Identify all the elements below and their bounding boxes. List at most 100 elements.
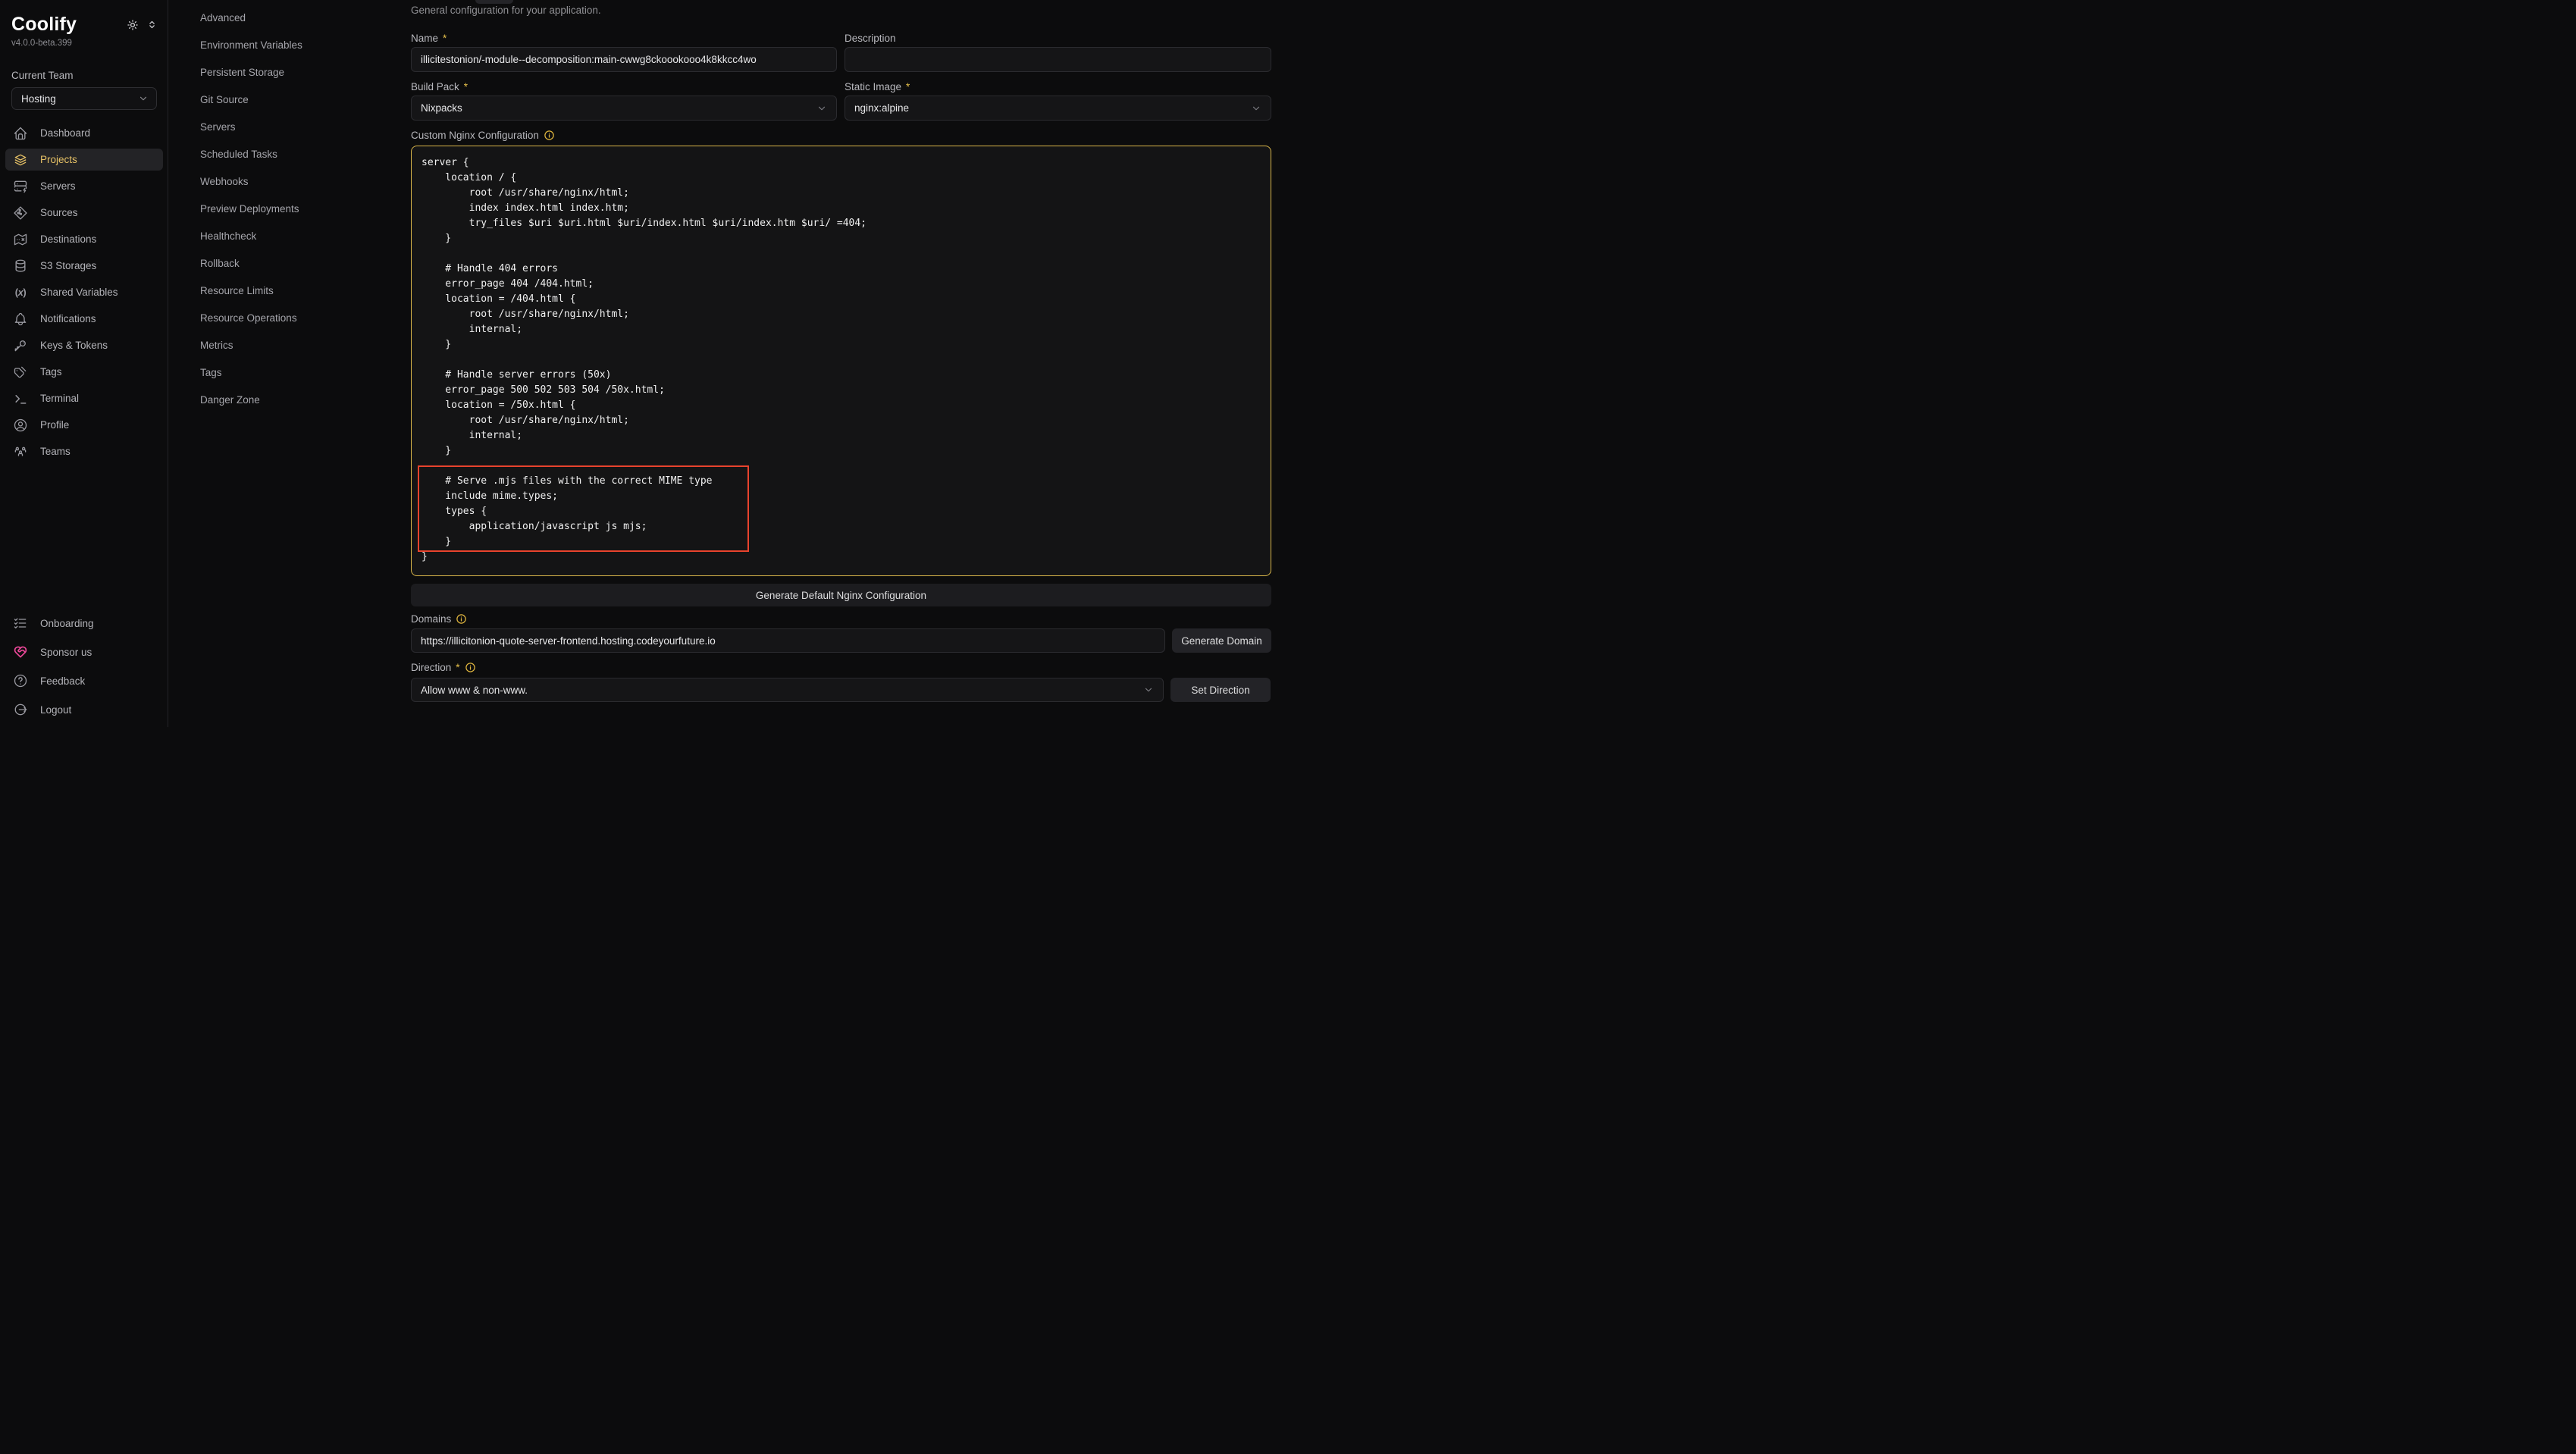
sidebar-item-logout[interactable]: Logout (5, 698, 163, 721)
sidebar-item-sponsor-us[interactable]: Sponsor us (5, 641, 163, 663)
sidebar-item-tags[interactable]: Tags (5, 361, 163, 383)
description-input[interactable] (845, 47, 1271, 72)
page-description: General configuration for your applicati… (411, 5, 601, 16)
static-image-label: Static Image* (845, 80, 910, 93)
heart-handshake-icon (13, 644, 28, 660)
subnav-item-label: Resource Operations (200, 312, 297, 324)
scrolled-element-remnant (475, 0, 513, 4)
build-pack-label: Build Pack* (411, 80, 468, 93)
sidebar-item-keys-tokens[interactable]: Keys & Tokens (5, 334, 163, 356)
app-logo: Coolify (11, 14, 77, 36)
sidebar-item-label: Dashboard (40, 127, 90, 139)
subnav-item-label: Resource Limits (200, 285, 274, 296)
sidebar-item-s3-storages[interactable]: S3 Storages (5, 255, 163, 277)
direction-value: Allow www & non-www. (421, 685, 528, 696)
subnav-item-preview-deployments[interactable]: Preview Deployments (169, 195, 410, 222)
server-icon (13, 179, 28, 194)
sidebar-item-servers[interactable]: Servers (5, 175, 163, 197)
subnav-item-label: Environment Variables (200, 39, 302, 51)
build-pack-select[interactable]: Nixpacks (411, 96, 837, 121)
direction-label: Direction* (411, 661, 476, 674)
general-config-panel: General configuration for your applicati… (411, 0, 1271, 727)
subnav-item-danger-zone[interactable]: Danger Zone (169, 386, 410, 413)
subnav-item-healthcheck[interactable]: Healthcheck (169, 222, 410, 249)
sidebar-item-label: Sponsor us (40, 647, 92, 658)
key-icon (13, 338, 28, 353)
sidebar-item-sources[interactable]: Sources (5, 202, 163, 224)
description-label: Description (845, 32, 896, 45)
sidebar-item-label: S3 Storages (40, 260, 96, 271)
checklist-icon (13, 616, 28, 631)
sidebar-item-projects[interactable]: Projects (5, 149, 163, 171)
direction-select[interactable]: Allow www & non-www. (411, 678, 1164, 702)
subnav-item-webhooks[interactable]: Webhooks (169, 168, 410, 195)
subnav-item-servers[interactable]: Servers (169, 113, 410, 140)
subnav-item-resource-operations[interactable]: Resource Operations (169, 304, 410, 331)
info-icon[interactable] (544, 130, 555, 141)
sidebar-item-label: Teams (40, 446, 71, 457)
subnav-item-environment-variables[interactable]: Environment Variables (169, 31, 410, 58)
team-select[interactable]: Hosting (11, 87, 157, 110)
generate-domain-button[interactable]: Generate Domain (1172, 628, 1271, 653)
required-asterisk: * (464, 81, 468, 92)
settings-subnav: Advanced Environment Variables Persisten… (169, 0, 410, 727)
sidebar-item-shared-variables[interactable]: (x) Shared Variables (5, 281, 163, 303)
nginx-config-editor[interactable]: server { location / { root /usr/share/ng… (411, 146, 1271, 576)
terminal-icon (13, 391, 28, 406)
sidebar-item-label: Shared Variables (40, 287, 118, 298)
sidebar-item-terminal[interactable]: Terminal (5, 387, 163, 409)
logout-icon (13, 702, 28, 717)
static-image-value: nginx:alpine (854, 102, 909, 114)
name-label: Name* (411, 32, 447, 45)
chevron-down-icon (1143, 685, 1154, 695)
info-icon[interactable] (456, 613, 467, 625)
sidebar-item-label: Onboarding (40, 618, 94, 629)
subnav-item-tags[interactable]: Tags (169, 359, 410, 386)
sidebar-item-label: Profile (40, 419, 69, 431)
subnav-item-label: Git Source (200, 94, 249, 105)
sidebar-item-profile[interactable]: Profile (5, 414, 163, 436)
sidebar-item-label: Destinations (40, 233, 96, 245)
help-circle-icon (13, 673, 28, 688)
generate-nginx-config-button[interactable]: Generate Default Nginx Configuration (411, 584, 1271, 606)
sidebar-item-destinations[interactable]: Destinations (5, 228, 163, 250)
domains-label-text: Domains (411, 613, 451, 625)
bell-icon (13, 312, 28, 327)
domains-input[interactable] (411, 628, 1165, 653)
subnav-item-label: Healthcheck (200, 230, 256, 242)
sidebar-item-label: Tags (40, 366, 62, 378)
layers-icon (13, 152, 28, 168)
user-circle-icon (13, 418, 28, 433)
required-asterisk: * (906, 81, 910, 92)
sidebar-item-onboarding[interactable]: Onboarding (5, 612, 163, 635)
subnav-item-resource-limits[interactable]: Resource Limits (169, 277, 410, 304)
subnav-item-label: Advanced (200, 12, 246, 24)
sidebar-item-feedback[interactable]: Feedback (5, 669, 163, 692)
nginx-config-code[interactable]: server { location / { root /usr/share/ng… (412, 146, 1271, 565)
name-input[interactable] (411, 47, 837, 72)
sidebar-item-dashboard[interactable]: Dashboard (5, 122, 163, 144)
version-selector-icon[interactable] (147, 20, 157, 30)
subnav-item-git-source[interactable]: Git Source (169, 86, 410, 113)
set-direction-button[interactable]: Set Direction (1170, 678, 1271, 702)
subnav-item-persistent-storage[interactable]: Persistent Storage (169, 58, 410, 86)
variable-icon: (x) (13, 285, 28, 300)
static-image-select[interactable]: nginx:alpine (845, 96, 1271, 121)
name-label-text: Name (411, 33, 438, 44)
sidebar: Coolify v4.0.0-beta.399 Current Team Hos… (0, 0, 168, 727)
sidebar-item-teams[interactable]: Teams (5, 440, 163, 462)
subnav-item-rollback[interactable]: Rollback (169, 249, 410, 277)
info-icon[interactable] (465, 662, 476, 673)
map-icon (13, 232, 28, 247)
sidebar-item-label: Logout (40, 704, 71, 716)
subnav-item-label: Preview Deployments (200, 203, 299, 215)
sidebar-item-notifications[interactable]: Notifications (5, 308, 163, 330)
subnav-item-metrics[interactable]: Metrics (169, 331, 410, 359)
theme-toggle-sun-icon[interactable] (126, 18, 139, 32)
direction-label-text: Direction (411, 662, 451, 673)
subnav-item-label: Scheduled Tasks (200, 149, 277, 160)
subnav-item-scheduled-tasks[interactable]: Scheduled Tasks (169, 140, 410, 168)
sidebar-item-label: Keys & Tokens (40, 340, 108, 351)
team-select-value: Hosting (21, 93, 56, 105)
subnav-item-advanced[interactable]: Advanced (169, 4, 410, 31)
